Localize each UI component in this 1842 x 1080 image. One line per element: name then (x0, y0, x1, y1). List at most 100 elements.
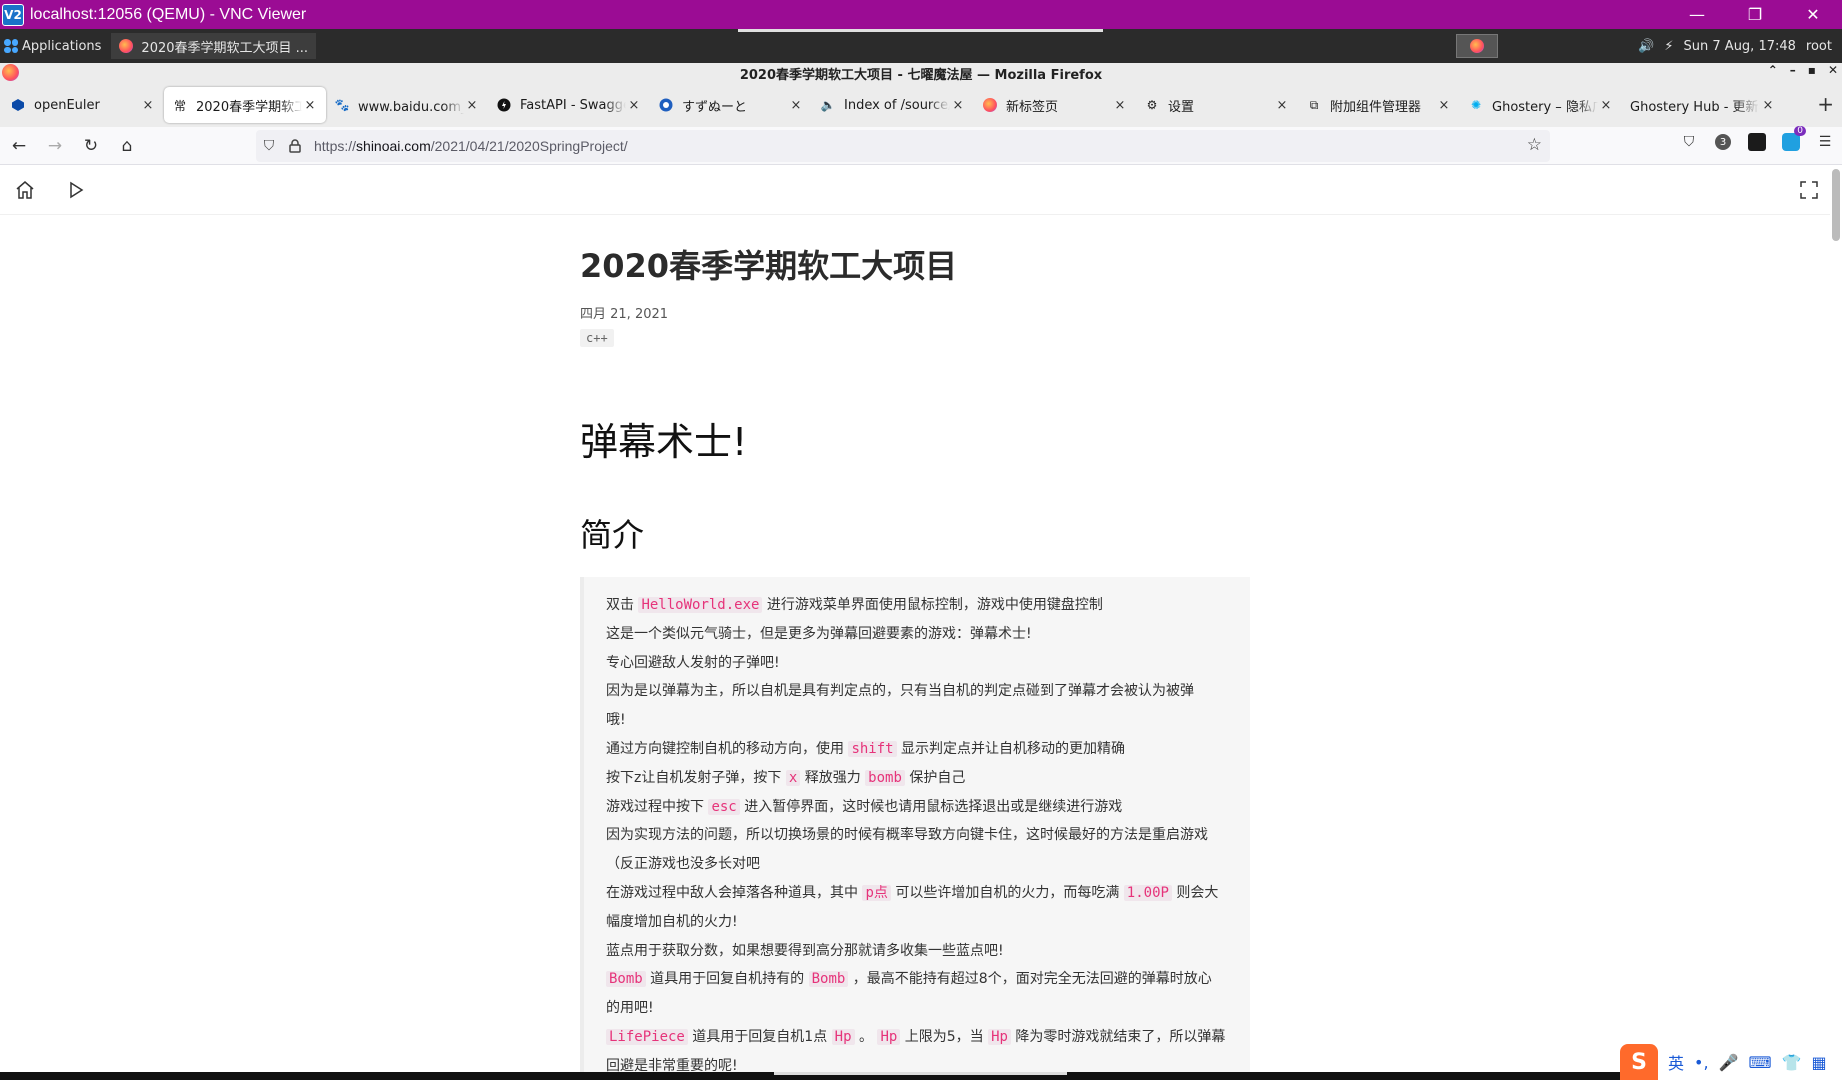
tab-close-icon[interactable]: × (140, 98, 156, 113)
user-name[interactable]: root (1806, 39, 1832, 54)
tab-label: openEuler (34, 97, 100, 113)
hamburger-menu-icon[interactable]: ☰ (1814, 131, 1836, 153)
window-minimize-button[interactable]: – (1790, 63, 1796, 77)
line-text: 显示判定点并让自机移动的更加精确 (896, 740, 1126, 757)
line-text: 道具用于回复自机1点 (687, 1028, 832, 1045)
inline-code: esc (708, 798, 740, 815)
taskbar-firefox-window[interactable]: 2020春季学期软工大项目 ... (111, 33, 317, 59)
lock-icon[interactable] (282, 139, 308, 153)
skin-icon[interactable]: 👕 (1782, 1053, 1802, 1072)
intro-line: 因为是以弹幕为主，所以自机是具有判定点的，只有当自机的判定点碰到了弹幕才会被认为… (606, 677, 1250, 706)
tab-fastapi[interactable]: FastAPI - Swagger UI × (488, 87, 650, 123)
home-button[interactable]: ⌂ (110, 131, 144, 161)
window-shade-button[interactable]: ⌃ (1768, 63, 1778, 77)
inline-code: Bomb (606, 971, 646, 988)
shield-icon[interactable]: ⛉ (256, 138, 282, 154)
tab-close-icon[interactable]: × (464, 98, 480, 113)
window-close-button[interactable]: ✕ (1828, 63, 1838, 77)
line-text: 则会大 (1171, 884, 1219, 901)
baidu-icon: 🐾 (334, 98, 350, 112)
tab-index-source[interactable]: 🔈 Index of /source/ × (812, 87, 974, 123)
tab-baidu[interactable]: 🐾 www.baidu.com_百度搜索 × (326, 87, 488, 123)
tab-suzunuto[interactable]: すずぬーと × (650, 87, 812, 123)
vnc-restore-button[interactable]: ❐ (1726, 0, 1784, 29)
article-title: 2020春季学期软工大项目 (580, 247, 958, 285)
back-button[interactable]: ← (2, 131, 36, 161)
window-maximize-button[interactable]: ▪ (1808, 63, 1816, 77)
new-tab-button[interactable]: + (1817, 92, 1834, 116)
grid-menu-icon[interactable]: ▦ (1811, 1053, 1826, 1072)
heading-intro: 简介 (580, 516, 645, 554)
bookmark-star-icon[interactable]: ☆ (1527, 135, 1542, 155)
vnc-logo-icon: V2 (2, 3, 24, 26)
site-icon: 常 (173, 98, 186, 113)
intro-line: 回避是非常重要的呢! (606, 1052, 1250, 1072)
inline-code: shift (848, 740, 897, 757)
tab-openeuler[interactable]: openEuler × (2, 87, 164, 123)
pocket-icon[interactable]: ⛉ (1678, 131, 1700, 153)
tray-firefox-button[interactable] (1456, 34, 1499, 58)
extension-badge-button[interactable]: 3 (1712, 131, 1734, 153)
tab-2020-spring-project[interactable]: 常 2020春季学期软工大项目 - 七曜魔法屋 × (164, 87, 326, 123)
ime-language-toggle[interactable]: 英 (1668, 1050, 1684, 1074)
clock[interactable]: Sun 7 Aug, 17:48 (1684, 39, 1796, 54)
page-scrollbar[interactable] (1832, 169, 1840, 241)
suzunuto-icon (658, 97, 674, 113)
inline-code: 1.00P (1123, 884, 1172, 901)
line-text: 释放强力 (800, 769, 866, 786)
line-text: 可以些许增加自机的火力，而每吃满 (890, 884, 1124, 901)
tab-label: www.baidu.com_百度搜索 (358, 99, 464, 115)
applications-menu-button[interactable]: Applications (0, 29, 107, 63)
line-text: 幅度增加自机的火力! (606, 913, 738, 930)
url-text[interactable]: https://shinoai.com/2021/04/21/2020Sprin… (314, 138, 628, 154)
tab-close-icon[interactable]: × (950, 98, 966, 113)
tab-close-icon[interactable]: × (1274, 98, 1290, 113)
tab-close-icon[interactable]: × (1112, 98, 1128, 113)
ime-toolbar: S 英 •, 🎤 ⌨ 👕 ▦ (1620, 1044, 1842, 1080)
volume-icon[interactable]: 🔊 (1638, 39, 1654, 54)
intro-blockquote: 双击 HelloWorld.exe 进行游戏菜单界面使用鼠标控制，游戏中使用键盘… (580, 577, 1250, 1072)
line-text: 道具用于回复自机持有的 (645, 971, 809, 988)
tab-label: Index of /source/ (844, 97, 950, 113)
forward-button[interactable]: → (38, 131, 72, 161)
intro-line: 因为实现方法的问题，所以切换场景的时候有概率导致方向键卡住，这时候最好的方法是重… (606, 821, 1250, 850)
tab-close-icon[interactable]: × (1436, 98, 1452, 113)
tab-ghostery[interactable]: ✺ Ghostery – 隐私广告拦截器 × (1460, 87, 1622, 123)
tab-settings[interactable]: ⚙ 设置 × (1136, 87, 1298, 123)
play-icon[interactable] (66, 180, 86, 200)
tab-close-icon[interactable]: × (302, 98, 318, 113)
extension-dark-icon[interactable] (1746, 131, 1768, 153)
tab-addons[interactable]: ⧉ 附加组件管理器 × (1298, 87, 1460, 123)
sogou-logo-icon[interactable]: S (1620, 1044, 1658, 1080)
vnc-minimize-button[interactable]: — (1668, 0, 1726, 29)
home-icon: ⌂ (121, 135, 133, 156)
inline-code: Hp (831, 1028, 855, 1045)
tab-label: Ghostery – 隐私广告拦截器 (1492, 99, 1598, 115)
inline-code: Bomb (808, 971, 849, 988)
tab-label: 设置 (1168, 99, 1195, 115)
tab-close-icon[interactable]: × (1760, 98, 1776, 113)
network-icon[interactable]: ⚡ (1664, 39, 1673, 54)
inline-code: Hp (988, 1028, 1011, 1045)
microphone-icon[interactable]: 🎤 (1719, 1053, 1739, 1072)
extension-blue-icon[interactable]: 0 (1780, 126, 1806, 153)
tab-ghostery-hub[interactable]: Ghostery Hub - 更新套件 × (1622, 87, 1784, 123)
tab-close-icon[interactable]: × (1598, 98, 1614, 113)
vnc-close-button[interactable]: ✕ (1784, 0, 1842, 29)
article-tag[interactable]: c++ (580, 329, 614, 347)
tab-close-icon[interactable]: × (788, 98, 804, 113)
firefox-icon (1470, 39, 1485, 53)
fullscreen-icon[interactable] (1798, 179, 1820, 201)
reload-icon: ↻ (83, 135, 99, 156)
navigation-bar: ← → ↻ ⌂ ⛉ https://shinoai.com/2021/04/21… (0, 126, 1842, 165)
home-icon[interactable] (14, 179, 36, 201)
keyboard-icon[interactable]: ⌨ (1748, 1053, 1771, 1072)
system-tray: 🔊 ⚡ Sun 7 Aug, 17:48 root (1456, 29, 1842, 63)
tab-close-icon[interactable]: × (626, 98, 642, 113)
tab-new-tab[interactable]: 新标签页 × (974, 87, 1136, 123)
inline-code: HelloWorld.exe (638, 597, 763, 613)
url-bar[interactable]: ⛉ https://shinoai.com/2021/04/21/2020Spr… (256, 130, 1550, 162)
reload-button[interactable]: ↻ (74, 131, 108, 161)
ime-punctuation-toggle[interactable]: •, (1694, 1053, 1709, 1072)
bottom-scroll-handle[interactable] (774, 1072, 1067, 1075)
